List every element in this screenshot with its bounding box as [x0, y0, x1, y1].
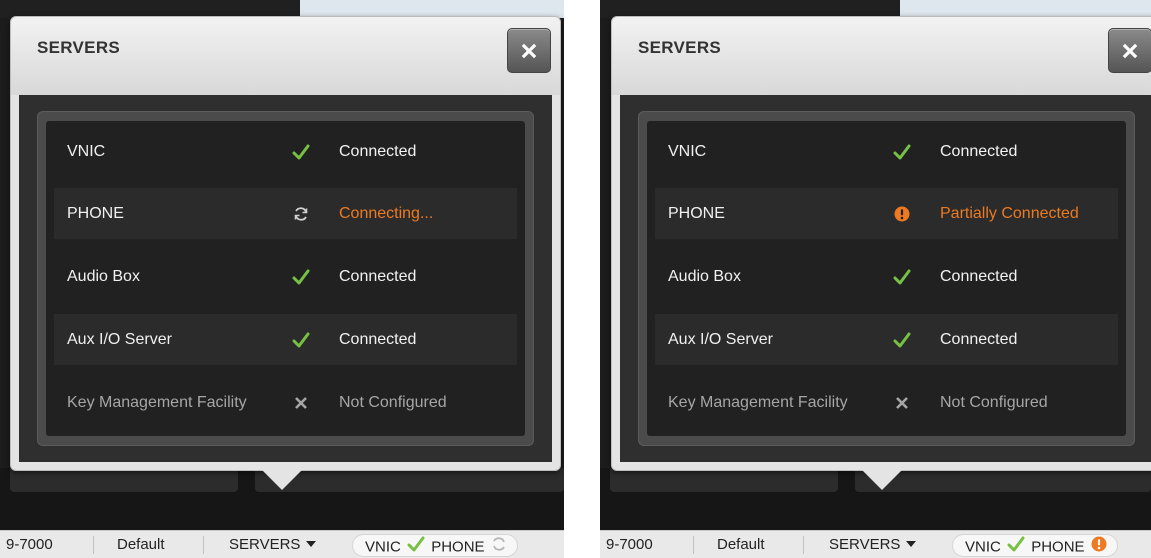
dialog-body: VNIC Connected PHONE: [19, 95, 552, 462]
server-status: Connected: [940, 143, 1018, 160]
pill-phone-label: PHONE: [431, 538, 485, 556]
servers-menu-label: SERVERS: [829, 536, 901, 553]
server-status: Not Configured: [339, 394, 447, 411]
server-status-pill[interactable]: VNIC PHONE: [952, 534, 1118, 557]
pill-phone-label: PHONE: [1031, 538, 1085, 556]
server-status: Connected: [339, 331, 417, 348]
caret-down-icon: [906, 541, 917, 547]
pill-vnic-label: VNIC: [365, 538, 401, 556]
servers-menu-button[interactable]: SERVERS: [229, 531, 317, 558]
check-icon: [1007, 536, 1025, 558]
server-row-phone: PHONE Partially Connected: [655, 188, 1118, 239]
profile-label[interactable]: Default: [717, 531, 765, 558]
server-row-key-management: Key Management Facility Not Configured: [655, 377, 1118, 428]
extension-number: 9-7000: [606, 536, 653, 553]
close-button[interactable]: [507, 28, 551, 73]
status-bar: 9-7000 Default SERVERS VNIC PHONE: [600, 530, 1151, 558]
server-name: Audio Box: [668, 268, 741, 285]
profile-label[interactable]: Default: [117, 531, 165, 558]
server-name: PHONE: [668, 205, 725, 222]
server-name: VNIC: [67, 143, 106, 160]
screenshot-partially-connected: SERVERS VNIC Connected PHONE Partially C…: [600, 0, 1151, 558]
dialog-title: SERVERS: [638, 38, 722, 57]
server-status: Connected: [339, 143, 417, 160]
dialog-body: VNIC Connected PHONE: [620, 95, 1151, 462]
check-icon: [290, 266, 312, 288]
check-icon: [290, 141, 312, 163]
caret-down-icon: [306, 541, 317, 547]
extension-number: 9-7000: [6, 536, 53, 553]
sync-icon: [491, 536, 507, 558]
server-status: Partially Connected: [940, 205, 1079, 222]
dialog-pointer: [262, 470, 302, 490]
server-status: Connecting...: [339, 205, 434, 222]
close-button[interactable]: [1108, 28, 1151, 73]
check-icon: [891, 329, 913, 351]
server-row-aux-io: Aux I/O Server Connected: [655, 314, 1118, 365]
server-row-aux-io: Aux I/O Server Connected: [54, 314, 517, 365]
servers-dialog: SERVERS VNIC Connected: [611, 16, 1151, 471]
dialog-header: SERVERS: [612, 17, 1151, 95]
server-status-pill[interactable]: VNIC PHONE: [352, 534, 518, 557]
x-icon: [290, 392, 312, 414]
x-icon: [891, 392, 913, 414]
sync-icon: [290, 203, 312, 225]
server-name: Key Management Facility: [668, 394, 848, 411]
server-name: Audio Box: [67, 268, 140, 285]
server-status: Connected: [940, 268, 1018, 285]
dialog-title: SERVERS: [37, 38, 121, 57]
server-row-vnic: VNIC Connected: [655, 126, 1118, 177]
pill-vnic-label: VNIC: [965, 538, 1001, 556]
check-icon: [290, 329, 312, 351]
servers-menu-button[interactable]: SERVERS: [829, 531, 917, 558]
server-list: VNIC Connected PHONE: [46, 121, 525, 436]
server-list: VNIC Connected PHONE: [647, 121, 1126, 436]
warning-icon: [1091, 536, 1107, 558]
servers-menu-label: SERVERS: [229, 536, 301, 553]
server-name: Aux I/O Server: [668, 331, 773, 348]
server-list-frame: VNIC Connected PHONE: [638, 111, 1135, 446]
server-status: Not Configured: [940, 394, 1048, 411]
server-row-key-management: Key Management Facility Not Configured: [54, 377, 517, 428]
background-tile: [610, 468, 838, 492]
server-row-audio-box: Audio Box Connected: [54, 251, 517, 302]
check-icon: [407, 536, 425, 558]
servers-dialog: SERVERS VNIC Connected: [10, 16, 561, 471]
server-name: Key Management Facility: [67, 394, 247, 411]
server-row-phone: PHONE Connecting...: [54, 188, 517, 239]
check-icon: [891, 141, 913, 163]
check-icon: [891, 266, 913, 288]
dialog-pointer: [862, 470, 902, 490]
close-icon: [1122, 43, 1138, 58]
server-name: Aux I/O Server: [67, 331, 172, 348]
server-status: Connected: [940, 331, 1018, 348]
server-name: VNIC: [668, 143, 707, 160]
status-bar: 9-7000 Default SERVERS VNIC PHONE: [0, 530, 564, 558]
server-list-frame: VNIC Connected PHONE: [37, 111, 534, 446]
server-row-vnic: VNIC Connected: [54, 126, 517, 177]
close-icon: [521, 43, 537, 58]
dialog-header: SERVERS: [11, 17, 560, 95]
server-row-audio-box: Audio Box Connected: [655, 251, 1118, 302]
warning-icon: [891, 203, 913, 225]
server-name: PHONE: [67, 205, 124, 222]
background-tile: [10, 468, 238, 492]
screenshot-connecting: SERVERS VNIC Connected PHONE Connecting.…: [0, 0, 564, 558]
server-status: Connected: [339, 268, 417, 285]
